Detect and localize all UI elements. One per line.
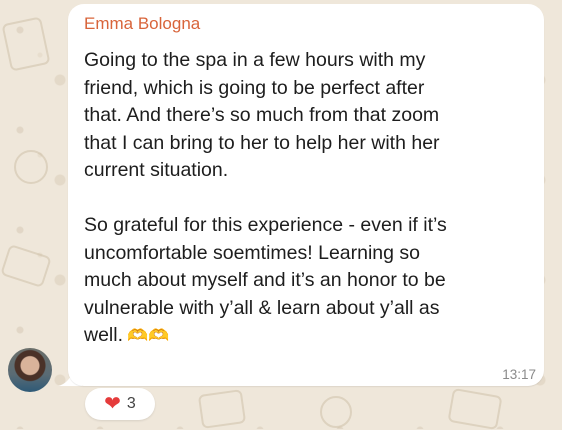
- message-text: Going to the spa in a few hours with my …: [84, 47, 536, 350]
- reaction-pill[interactable]: ❤ 3: [85, 388, 155, 420]
- sender-avatar[interactable]: [8, 348, 52, 392]
- message-body: Going to the spa in a few hours with my …: [84, 49, 447, 346]
- wallpaper-doodle: [14, 150, 48, 184]
- reaction-count: 3: [126, 395, 136, 412]
- wallpaper-doodle: [197, 389, 247, 429]
- heart-icon: ❤: [104, 393, 121, 415]
- message-timestamp: 13:17: [502, 367, 536, 382]
- wallpaper-doodle: [320, 396, 352, 428]
- heart-hands-emoji: 🫶🫶: [127, 326, 170, 345]
- sender-name[interactable]: Emma Bologna: [84, 14, 200, 34]
